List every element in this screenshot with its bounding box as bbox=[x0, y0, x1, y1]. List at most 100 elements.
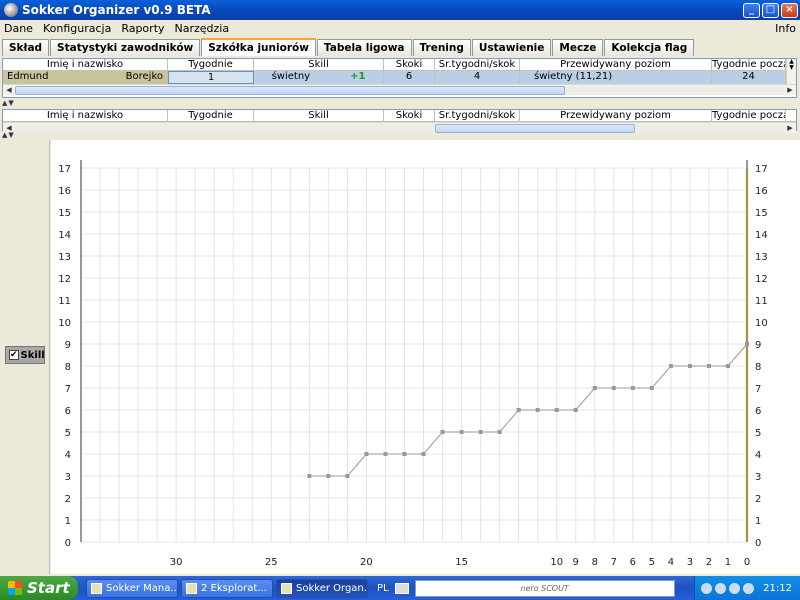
nero-search-box[interactable]: nero SCOUT bbox=[414, 579, 675, 597]
y-tick-label-right: 10 bbox=[755, 318, 768, 329]
skill-data-point bbox=[554, 408, 559, 412]
cell-jumps[interactable]: 6 bbox=[384, 71, 435, 84]
col2-skill[interactable]: Skill bbox=[254, 110, 384, 121]
taskbar-item-explorer[interactable]: 2 Eksplorat... bbox=[181, 578, 273, 598]
window-title: Sokker Organizer v0.9 BETA bbox=[22, 3, 211, 17]
scroll-left-icon[interactable]: ◀ bbox=[3, 85, 15, 95]
y-tick-label-right: 17 bbox=[755, 164, 768, 175]
col-avg-weeks[interactable]: Śr.tygodni/skok bbox=[435, 59, 520, 70]
scroll2-thumb[interactable] bbox=[435, 123, 635, 133]
skill-data-point bbox=[745, 342, 749, 346]
folder-icon bbox=[186, 582, 197, 594]
x-tick-label: 20 bbox=[360, 557, 373, 568]
menu-dane[interactable]: Dane bbox=[4, 22, 33, 35]
tray-icon[interactable] bbox=[715, 582, 727, 594]
col-predicted[interactable]: Przewidywany poziom bbox=[520, 59, 712, 70]
y-tick-label-left: 7 bbox=[65, 384, 71, 395]
col2-name[interactable]: Imię i nazwisko bbox=[3, 110, 168, 121]
tray-icon[interactable] bbox=[743, 582, 755, 594]
close-button[interactable]: × bbox=[781, 2, 798, 18]
y-tick-label-right: 7 bbox=[755, 384, 761, 395]
tab-statystyki[interactable]: Statystyki zawodników bbox=[50, 39, 201, 56]
col2-start-weeks[interactable]: Tygodnie począt bbox=[712, 110, 786, 121]
y-tick-label-left: 15 bbox=[58, 208, 71, 219]
x-tick-label: 10 bbox=[550, 557, 563, 568]
cell-predicted[interactable]: świetny (11,21) bbox=[520, 71, 712, 84]
app-icon bbox=[4, 3, 18, 17]
y-tick-label-right: 16 bbox=[755, 186, 768, 197]
y-tick-label-left: 5 bbox=[65, 428, 71, 439]
x-tick-label: 1 bbox=[725, 557, 731, 568]
table2-hscroll[interactable]: ◀ ▶ bbox=[3, 122, 796, 133]
cell-name[interactable]: Edmund Borejko bbox=[3, 71, 168, 84]
tab-trening[interactable]: Trening bbox=[412, 39, 471, 56]
cell-skill[interactable]: świetny +1 bbox=[254, 71, 384, 84]
cell-avg-weeks[interactable]: 4 bbox=[435, 71, 520, 84]
y-tick-label-left: 4 bbox=[65, 450, 71, 461]
skill-data-point bbox=[668, 364, 673, 368]
start-button[interactable]: Start bbox=[0, 576, 78, 600]
skill-data-point bbox=[630, 386, 635, 390]
maximize-button[interactable]: □ bbox=[762, 2, 779, 18]
col-weeks[interactable]: Tygodnie bbox=[168, 59, 254, 70]
menu-narzedzia[interactable]: Narzędzia bbox=[175, 22, 230, 35]
menu-info[interactable]: Info bbox=[775, 22, 796, 35]
skill-data-point bbox=[383, 452, 388, 456]
skill-data-point bbox=[706, 364, 711, 368]
table-row[interactable]: Edmund Borejko 1 świetny +1 6 4 świetny (… bbox=[3, 71, 786, 84]
col2-weeks[interactable]: Tygodnie bbox=[168, 110, 254, 121]
y-tick-label-left: 0 bbox=[65, 538, 71, 549]
taskbar-item-sokker-organizer[interactable]: Sokker Organ... bbox=[276, 578, 368, 598]
splitter2-handle[interactable]: ▲▼ bbox=[2, 131, 15, 139]
col2-jumps[interactable]: Skoki bbox=[384, 110, 435, 121]
col2-avg-weeks[interactable]: Śr.tygodni/skok bbox=[435, 110, 520, 121]
table-header: Imię i nazwisko Tygodnie Skill Skoki Śr.… bbox=[3, 59, 786, 71]
language-indicator[interactable]: PL bbox=[377, 583, 389, 594]
taskbar-item-sokker-manager[interactable]: Sokker Mana... bbox=[86, 578, 178, 598]
x-tick-label: 9 bbox=[573, 557, 579, 568]
tray-icon[interactable] bbox=[729, 582, 741, 594]
cell-start-weeks[interactable]: 24 bbox=[712, 71, 786, 84]
juniors-table: Imię i nazwisko Tygodnie Skill Skoki Śr.… bbox=[2, 58, 797, 98]
y-tick-label-right: 8 bbox=[755, 362, 761, 373]
tray-icon[interactable] bbox=[701, 582, 713, 594]
splitter-handle[interactable]: ▲▼ bbox=[2, 99, 15, 107]
y-tick-label-left: 12 bbox=[58, 274, 71, 285]
tab-mecze[interactable]: Mecze bbox=[552, 39, 604, 56]
tab-tabela-ligowa[interactable]: Tabela ligowa bbox=[316, 39, 412, 56]
col-name[interactable]: Imię i nazwisko bbox=[3, 59, 168, 70]
table-hscroll[interactable]: ◀ ▶ bbox=[3, 84, 796, 95]
col2-predicted[interactable]: Przewidywany poziom bbox=[520, 110, 712, 121]
chart-svg: 0 01 12 23 34 45 56 67 78 89 910 1011 1112 1213 1314 14… bbox=[58, 160, 768, 568]
x-tick-label: 25 bbox=[265, 557, 278, 568]
tab-kolekcja-flag[interactable]: Kolekcja flag bbox=[604, 39, 695, 56]
tab-sklad[interactable]: Skład bbox=[2, 39, 50, 56]
second-table: Imię i nazwisko Tygodnie Skill Skoki Śr.… bbox=[2, 109, 797, 133]
skill-data-point bbox=[611, 386, 616, 390]
cell-weeks[interactable]: 1 bbox=[168, 71, 254, 84]
col-jumps[interactable]: Skoki bbox=[384, 59, 435, 70]
app-icon bbox=[281, 582, 292, 594]
skill-data-point bbox=[573, 408, 578, 412]
skill-data-point bbox=[516, 408, 521, 412]
skill-data-point bbox=[535, 408, 540, 412]
scroll2-right-icon[interactable]: ▶ bbox=[784, 123, 796, 133]
minimize-button[interactable]: _ bbox=[743, 2, 760, 18]
scroll-right-icon[interactable]: ▶ bbox=[784, 85, 796, 95]
y-tick-label-right: 15 bbox=[755, 208, 768, 219]
keyboard-icon[interactable] bbox=[394, 582, 409, 594]
skill-data-point bbox=[307, 474, 312, 478]
col-skill[interactable]: Skill bbox=[254, 59, 384, 70]
tab-ustawienie[interactable]: Ustawienie bbox=[471, 39, 552, 56]
title-bar: Sokker Organizer v0.9 BETA _ □ × bbox=[0, 0, 800, 20]
skill-data-point bbox=[478, 430, 483, 434]
menu-konfiguracja[interactable]: Konfiguracja bbox=[43, 22, 111, 35]
tab-szkolka-juniorow[interactable]: Szkółka juniorów bbox=[201, 38, 316, 56]
skill-checkbox[interactable]: ✔ bbox=[9, 350, 19, 360]
menu-raporty[interactable]: Raporty bbox=[121, 22, 164, 35]
col-start-weeks[interactable]: Tygodnie począt bbox=[712, 59, 786, 70]
skill-series-toggle[interactable]: ✔ Skill bbox=[5, 346, 45, 364]
table-vscroll[interactable]: ▲ ▼ bbox=[786, 59, 796, 84]
skill-checkbox-label: Skill bbox=[20, 349, 45, 361]
scroll-thumb[interactable] bbox=[15, 85, 565, 95]
